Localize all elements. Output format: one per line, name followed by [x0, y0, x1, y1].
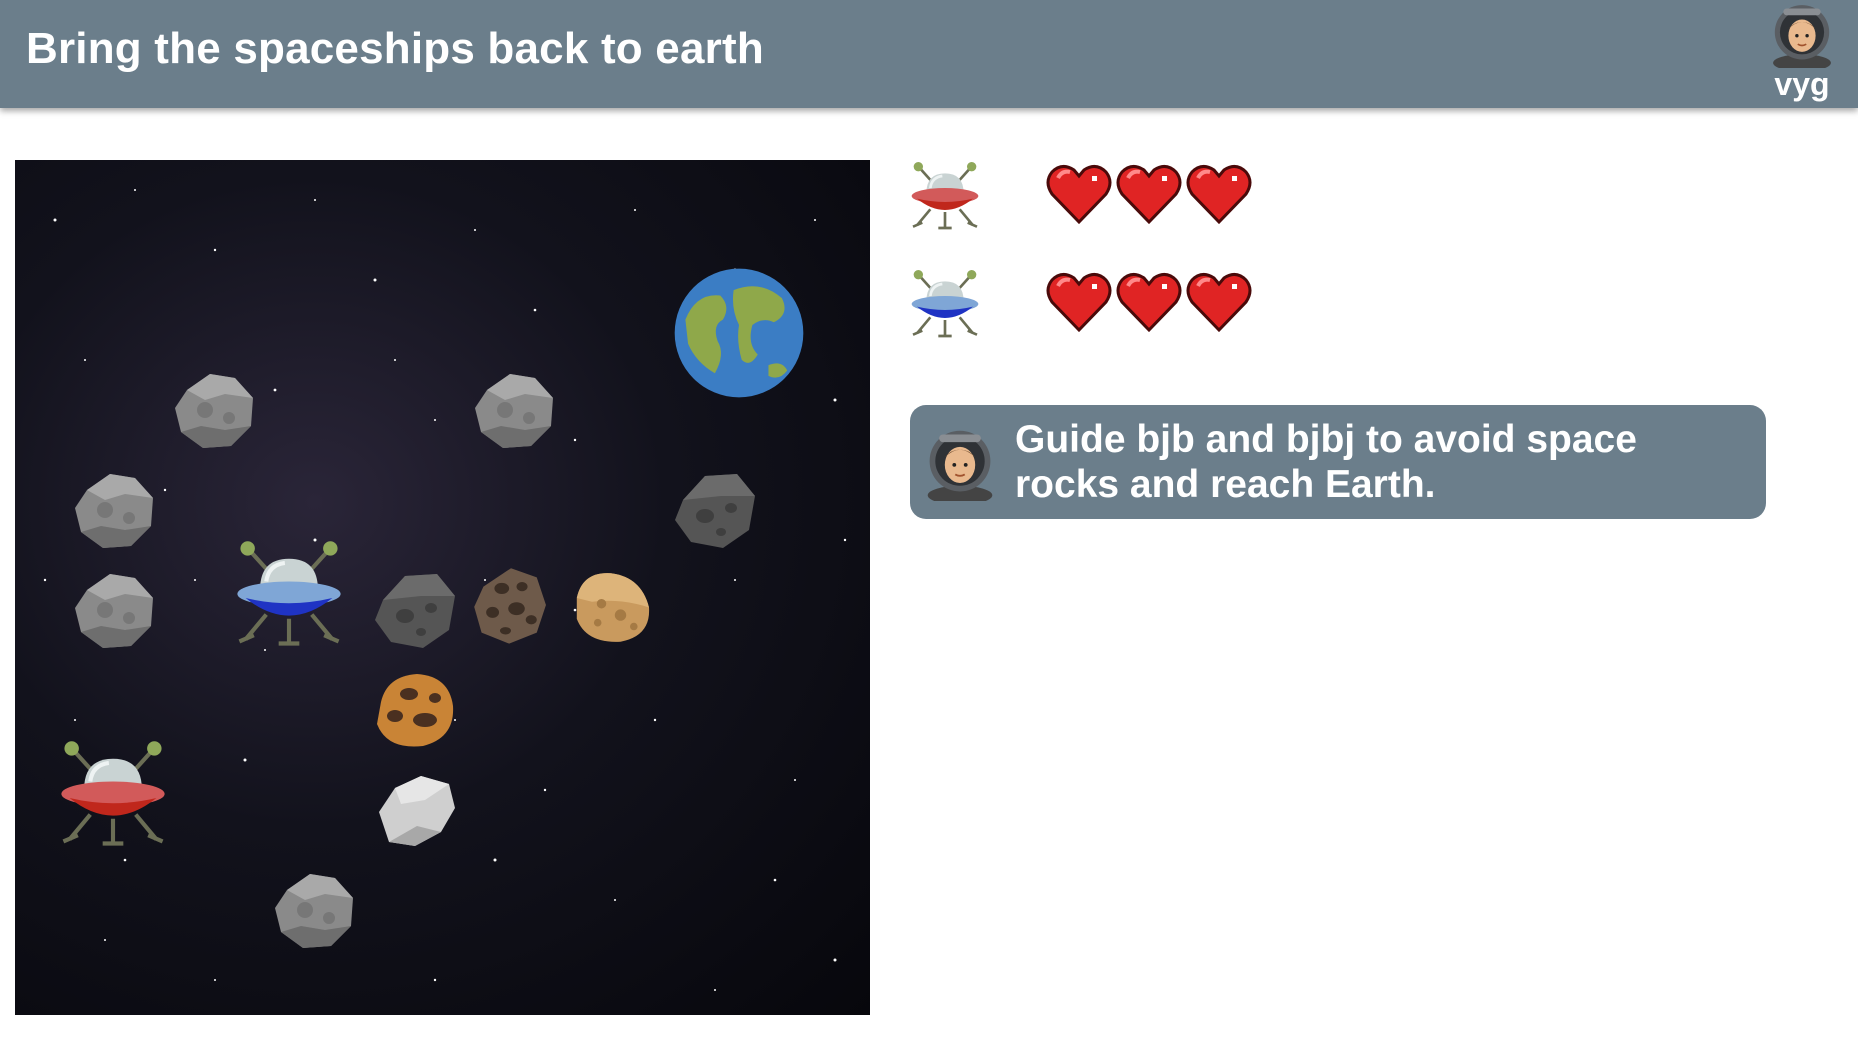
orange-cratered-asteroid — [365, 660, 465, 760]
white-asteroid — [365, 760, 465, 860]
heart-icon — [1046, 270, 1112, 334]
heart-icon — [1116, 270, 1182, 334]
red-ufo-icon[interactable] — [51, 740, 175, 854]
earth-globe-icon — [674, 268, 804, 398]
blue-ufo-icon[interactable] — [227, 540, 351, 654]
red-ship-lives — [1046, 162, 1252, 226]
gray-asteroid — [65, 560, 165, 660]
dark-asteroid — [665, 460, 765, 560]
user-name[interactable]: vyg — [1752, 66, 1852, 103]
game-board[interactable] — [15, 160, 870, 1015]
gray-asteroid — [65, 460, 165, 560]
gray-asteroid — [465, 360, 565, 460]
astronaut-avatar-icon — [922, 425, 998, 501]
instruction-box: Guide bjb and bjbj to avoid space rocks … — [910, 405, 1766, 519]
brown-cratered-asteroid — [465, 555, 557, 655]
red-ufo-icon — [905, 158, 985, 238]
tan-asteroid — [561, 560, 661, 655]
heart-icon — [1116, 162, 1182, 226]
heart-icon — [1186, 270, 1252, 334]
heart-icon — [1046, 162, 1112, 226]
blue-ufo-icon — [905, 266, 985, 346]
gray-asteroid — [165, 360, 265, 460]
heart-icon — [1186, 162, 1252, 226]
instruction-text: Guide bjb and bjbj to avoid space rocks … — [1015, 418, 1637, 506]
gray-asteroid — [265, 860, 365, 960]
blue-ship-lives — [1046, 270, 1252, 334]
page-title: Bring the spaceships back to earth — [26, 24, 764, 73]
dark-asteroid — [365, 560, 465, 660]
astronaut-avatar-icon[interactable] — [1766, 0, 1838, 68]
top-header: Bring the spaceships back to earth vyg — [0, 0, 1858, 108]
